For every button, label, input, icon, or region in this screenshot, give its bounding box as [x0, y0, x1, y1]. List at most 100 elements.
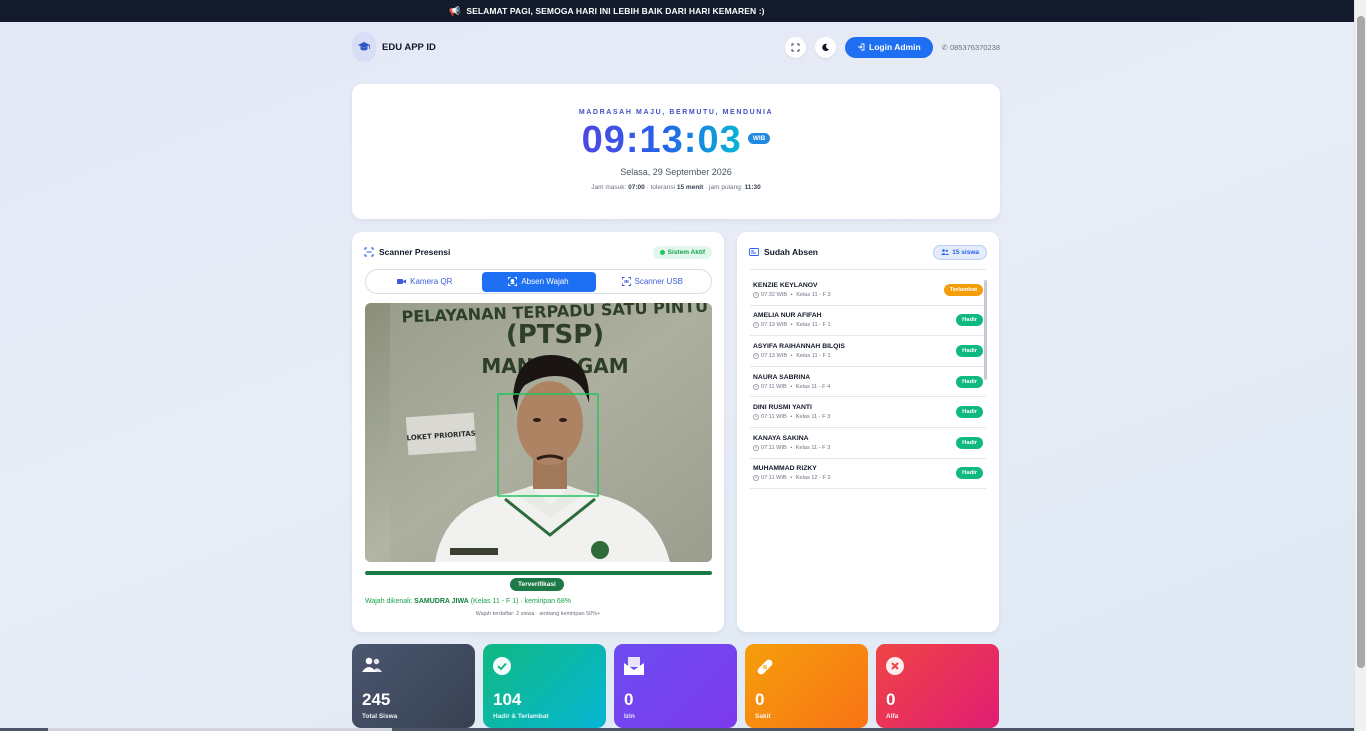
- student-name: KANAYA SAKINA: [753, 434, 809, 442]
- attendance-status-badge: Hadir: [956, 436, 983, 449]
- attendance-status-badge: Hadir: [956, 467, 983, 480]
- attendance-status-badge: Hadir: [956, 375, 983, 388]
- stat-card: 104 Hadir & Terlambat: [483, 644, 606, 728]
- attendance-row: ASYIFA RAIHANNAH BILQIS 07:13 WIB • Kelas…: [750, 336, 986, 367]
- student-name: KENZIE KEYLANOV: [753, 281, 818, 289]
- clock-time: 09:13:03: [581, 118, 742, 161]
- stat-label: Sakit: [755, 713, 771, 720]
- fullscreen-button[interactable]: [785, 36, 807, 58]
- attendance-scrollbar[interactable]: [984, 280, 987, 380]
- stat-card: 0 Alfa: [876, 644, 999, 728]
- student-name: MUHAMMAD RIZKY: [753, 465, 817, 473]
- phone-icon: ✆: [941, 42, 948, 52]
- expand-icon: [791, 43, 800, 51]
- tab-absen-wajah[interactable]: Absen Wajah: [481, 271, 596, 292]
- tab-scanner-usb[interactable]: Scanner USB: [596, 272, 710, 292]
- scanner-title: Scanner Presensi: [379, 247, 451, 257]
- student-name: ASYIFA RAIHANNAH BILQIS: [753, 342, 845, 350]
- student-name: NAURA SABRINA: [753, 373, 811, 381]
- theme-toggle-button[interactable]: [815, 36, 837, 58]
- stat-label: Hadir & Terlambat: [493, 713, 549, 720]
- clock-icon: [753, 414, 759, 421]
- verified-badge: Terverifikasi: [510, 578, 564, 591]
- attendance-status-badge: Terlambat: [943, 283, 983, 296]
- student-class: Kelas 11 - F 3: [796, 291, 831, 298]
- stat-card: 0 Izin: [614, 644, 737, 728]
- attendance-count-badge: 15 siswa: [933, 244, 987, 260]
- page-scrollbar[interactable]: [1354, 0, 1366, 731]
- clock-date: Selasa, 29 September 2026: [620, 167, 732, 177]
- clock-icon: [753, 291, 759, 298]
- stat-label: Total Siswa: [362, 713, 398, 720]
- login-icon: [858, 43, 865, 51]
- check-in-time: 07:11 WIB: [761, 414, 787, 421]
- student-class: Kelas 11 - F 1: [796, 322, 831, 329]
- attendance-status-badge: Hadir: [956, 344, 983, 357]
- check-in-time: 07:13 WIB: [761, 322, 788, 329]
- system-status-badge: Sistem Aktif: [652, 245, 712, 259]
- student-class: Kelas 11 - F 3: [795, 444, 831, 451]
- attendance-row: NAURA SABRINA 07:11 WIB • Kelas 11 - F 4H…: [750, 367, 986, 398]
- login-admin-button[interactable]: Login Admin: [845, 36, 933, 58]
- clock-card: MADRASAH MAJU, BERMUTU, MENDUNIA 09:13:0…: [352, 84, 1000, 219]
- student-name: AMELIA NUR AFIFAH: [753, 312, 822, 320]
- barcode-scan-icon: [621, 277, 631, 286]
- header: EDU APP ID Login Admin ✆ 085376370238: [352, 32, 1000, 62]
- student-name: DINI RUSMI YANTI: [753, 404, 812, 412]
- attendance-row: KENZIE KEYLANOV 07:32 WIB • Kelas 11 - F …: [750, 275, 986, 306]
- student-class: Kelas 11 - F 1: [796, 352, 831, 359]
- school-tagline: MADRASAH MAJU, BERMUTU, MENDUNIA: [578, 109, 774, 116]
- stat-label: Alfa: [886, 713, 899, 720]
- contact-phone[interactable]: ✆ 085376370238: [942, 43, 1000, 52]
- users-icon: [941, 249, 950, 255]
- clock-icon: [753, 444, 759, 451]
- attendance-status-badge: Hadir: [956, 406, 983, 419]
- announcement-text: SELAMAT PAGI, SEMOGA HARI INI LEBIH BAIK…: [466, 6, 765, 16]
- student-class: Kelas 11 - F 3: [795, 414, 831, 421]
- stat-value: 0: [624, 690, 634, 709]
- login-admin-label: Login Admin: [869, 42, 921, 52]
- video-camera-icon: [397, 279, 407, 284]
- x-circle-icon: [886, 657, 989, 677]
- attendance-list[interactable]: KENZIE KEYLANOV 07:32 WIB • Kelas 11 - F …: [750, 275, 986, 490]
- attendance-title: Sudah Absen: [764, 247, 818, 257]
- recognition-result: Wajah dikenali: SAMUDRA JIWA (Kelas 11 -…: [365, 598, 571, 605]
- bandage-icon: [755, 657, 858, 677]
- moon-icon: [822, 43, 830, 51]
- clock-icon: [753, 475, 759, 482]
- check-in-time: 07:11 WIB: [761, 475, 787, 482]
- stat-value: 245: [362, 690, 391, 709]
- id-card-icon: [749, 248, 759, 256]
- scanner-tabs: Kamera QR Absen Wajah Scanner USB: [365, 269, 712, 294]
- attendance-row: AMELIA NUR AFIFAH 07:13 WIB • Kelas 11 - …: [750, 306, 986, 337]
- check-in-time: 07:13 WIB: [761, 352, 788, 359]
- check-circle-icon: [493, 657, 596, 677]
- megaphone-icon: 📢: [449, 5, 461, 16]
- clock-icon: [753, 322, 759, 329]
- attendance-row: KANAYA SAKINA 07:11 WIB • Kelas 11 - F 3H…: [750, 428, 986, 459]
- school-hours: Jam masuk: 07:00 · toleransi 15 menit · …: [591, 184, 761, 191]
- face-scan-icon: [508, 277, 518, 286]
- stat-card: 245 Total Siswa: [352, 644, 475, 728]
- announcement-bar: 📢 SELAMAT PAGI, SEMOGA HARI INI LEBIH BA…: [0, 0, 1354, 22]
- stat-value: 0: [755, 690, 765, 709]
- student-class: Kelas 12 - F 2: [795, 475, 831, 482]
- phone-number: 085376370238: [949, 42, 1000, 52]
- registered-faces-info: Wajah terdaftar: 2 siswa · ambang kemiri…: [475, 611, 601, 617]
- camera-sign-ptsp: (PTSP): [506, 320, 604, 350]
- attendance-row: DINI RUSMI YANTI 07:11 WIB • Kelas 11 - F…: [750, 397, 986, 428]
- timezone-badge: WIB: [747, 132, 771, 144]
- envelope-icon: [624, 657, 727, 677]
- student-class: Kelas 11 - F 4: [795, 383, 831, 390]
- clock-icon: [753, 383, 759, 390]
- scanner-card: Scanner Presensi Sistem Aktif Kamera QR …: [352, 232, 724, 632]
- attendance-card: Sudah Absen 15 siswa KENZIE KEYLANOV 07:3…: [737, 232, 999, 632]
- check-in-time: 07:11 WIB: [761, 383, 787, 390]
- tab-kamera-qr[interactable]: Kamera QR: [368, 272, 482, 292]
- clock-icon: [753, 353, 759, 359]
- graduation-cap-icon: [352, 32, 376, 62]
- check-in-time: 07:32 WIB: [761, 291, 788, 298]
- attendance-row: MUHAMMAD RIZKY 07:11 WIB • Kelas 12 - F 2…: [750, 459, 986, 490]
- camera-preview: PELAYANAN TERPADU SATU PINTU (PTSP) MAN …: [365, 303, 712, 562]
- check-in-time: 07:11 WIB: [761, 444, 787, 451]
